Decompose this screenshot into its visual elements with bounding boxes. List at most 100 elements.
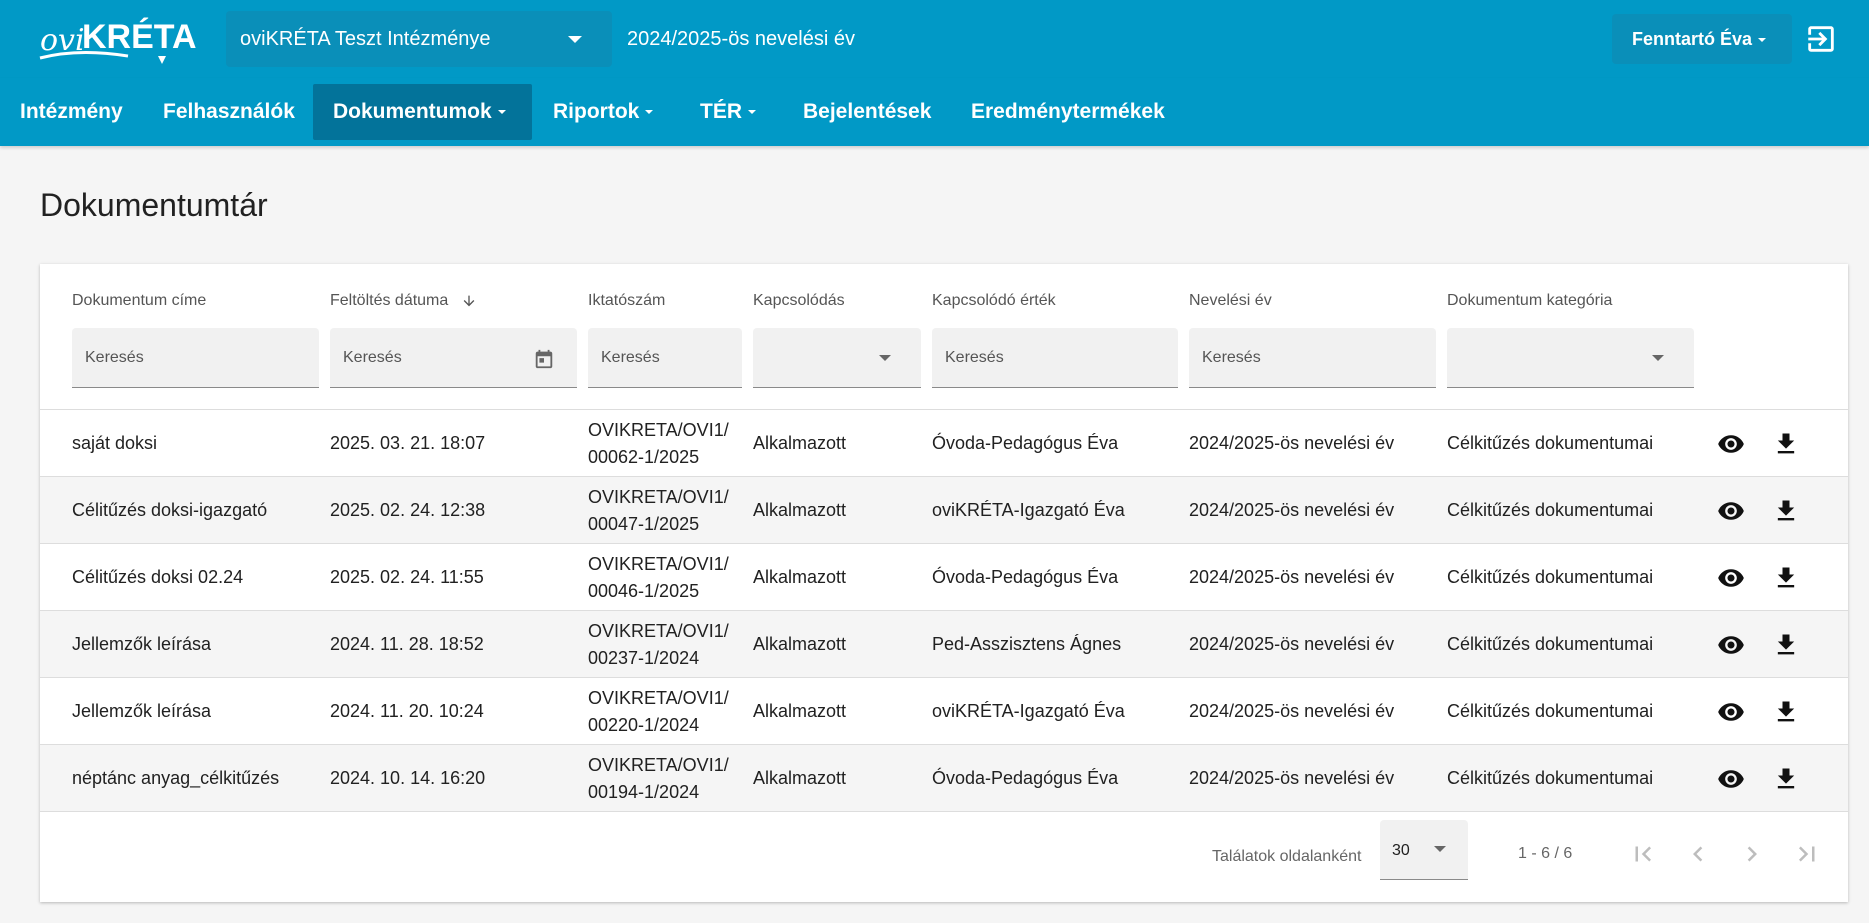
nav-item-eredmenytermekek[interactable]: Eredménytermékek <box>951 84 1185 140</box>
documents-table: saját doksi 2025. 03. 21. 18:07 OVIKRETA… <box>40 409 1848 812</box>
okreta-logo[interactable]: ovi KRÉTA <box>38 14 206 66</box>
cell-link-type: Alkalmazott <box>753 701 847 721</box>
cell-link-type: Alkalmazott <box>753 634 847 654</box>
user-menu-button[interactable]: Fenntartó Éva <box>1612 14 1792 64</box>
cell-title: Célitűzés doksi-igazgató <box>72 500 268 520</box>
cell-school-year: 2024/2025-ös nevelési év <box>1189 768 1395 788</box>
reg-line-1: OVIKRETA/OVI1/ <box>588 688 729 708</box>
cell-category: Célkitűzés dokumentumai <box>1447 701 1654 721</box>
cell-school-year: 2024/2025-ös nevelési év <box>1189 500 1395 520</box>
column-header-link-value[interactable]: Kapcsolódó érték <box>932 292 1056 310</box>
reg-line-1: OVIKRETA/OVI1/ <box>588 487 729 507</box>
download-icon[interactable] <box>1771 564 1801 592</box>
reg-line-2: 00046-1/2025 <box>588 581 700 601</box>
download-icon[interactable] <box>1771 497 1801 525</box>
column-header-link-type[interactable]: Kapcsolódás <box>753 292 845 310</box>
title-search-input[interactable]: Keresés <box>72 328 319 388</box>
cell-link-type: Alkalmazott <box>753 433 847 453</box>
chevron-down-icon <box>568 36 582 43</box>
page-range: 1 - 6 / 6 <box>1518 845 1573 862</box>
cell-school-year: 2024/2025-ös nevelési év <box>1189 433 1395 453</box>
cell-link-value: Óvoda-Pedagógus Éva <box>932 433 1119 453</box>
school-year-label: 2024/2025-ös nevelési év <box>627 28 855 50</box>
institution-select[interactable]: oviKRÉTA Teszt Intézménye <box>226 11 612 67</box>
cell-reg-number: OVIKRETA/OVI1/00194-1/2024 <box>588 745 729 812</box>
reg-line-2: 00062-1/2025 <box>588 447 700 467</box>
calendar-icon[interactable] <box>533 348 555 370</box>
category-select[interactable] <box>1447 328 1694 388</box>
nav-label: Intézmény <box>20 100 123 123</box>
download-icon[interactable] <box>1771 631 1801 659</box>
cell-title: néptánc anyag_célkitűzés <box>72 768 280 788</box>
view-icon[interactable] <box>1716 698 1746 726</box>
view-icon[interactable] <box>1716 631 1746 659</box>
cell-link-value: Óvoda-Pedagógus Éva <box>932 768 1119 788</box>
cell-title: Célitűzés doksi 02.24 <box>72 567 244 587</box>
top-bar: ovi KRÉTA oviKRÉTA Teszt Intézménye 2024… <box>0 0 1869 78</box>
cell-category: Célkitűzés dokumentumai <box>1447 500 1654 520</box>
cell-link-value: oviKRÉTA-Igazgató Éva <box>932 701 1125 721</box>
nav-label: Dokumentumok <box>333 100 492 123</box>
nav-item-dokumentumok[interactable]: Dokumentumok <box>313 84 532 140</box>
link-value-search-input[interactable]: Keresés <box>932 328 1178 388</box>
view-icon[interactable] <box>1716 430 1746 458</box>
nav-label: Felhasználók <box>163 100 295 123</box>
chevron-down-icon <box>748 110 756 115</box>
nav-item-felhasznalok[interactable]: Felhasználók <box>143 84 315 140</box>
column-header-reg-number[interactable]: Iktatószám <box>588 292 665 310</box>
column-header-category[interactable]: Dokumentum kategória <box>1447 292 1612 310</box>
reg-line-2: 00194-1/2024 <box>588 782 700 802</box>
cell-school-year: 2024/2025-ös nevelési év <box>1189 634 1395 654</box>
column-header-title[interactable]: Dokumentum címe <box>72 292 206 310</box>
reg-number-search-input[interactable]: Keresés <box>588 328 742 388</box>
chevron-down-icon <box>645 110 654 115</box>
nav-item-intezmeny[interactable]: Intézmény <box>0 84 143 140</box>
download-icon[interactable] <box>1771 765 1801 793</box>
cell-title: Jellemzők leírása <box>72 701 212 721</box>
view-icon[interactable] <box>1716 765 1746 793</box>
link-type-select[interactable] <box>753 328 921 388</box>
next-page-icon[interactable] <box>1737 839 1767 869</box>
reg-line-2: 00047-1/2025 <box>588 514 700 534</box>
cell-link-type: Alkalmazott <box>753 567 847 587</box>
download-icon[interactable] <box>1771 698 1801 726</box>
cell-link-value: Ped-Asszisztens Ágnes <box>932 634 1122 654</box>
last-page-icon[interactable] <box>1792 839 1822 869</box>
reg-line-1: OVIKRETA/OVI1/ <box>588 755 729 775</box>
date-search-input[interactable]: Keresés <box>330 328 577 388</box>
first-page-icon[interactable] <box>1628 839 1658 869</box>
school-year-search-input[interactable]: Keresés <box>1189 328 1436 388</box>
logout-icon[interactable] <box>1804 22 1838 56</box>
cell-date: 2025. 02. 24. 11:55 <box>330 567 484 587</box>
view-icon[interactable] <box>1716 564 1746 592</box>
chevron-down-icon <box>1434 846 1446 852</box>
nav-label: Bejelentések <box>803 100 932 123</box>
column-header-school-year[interactable]: Nevelési év <box>1189 292 1272 310</box>
cell-category: Célkitűzés dokumentumai <box>1447 634 1654 654</box>
table-row: Jellemzők leírása 2024. 11. 28. 18:52 OV… <box>40 611 1848 678</box>
nav-item-ter[interactable]: TÉR <box>680 84 776 140</box>
svg-text:KRÉTA: KRÉTA <box>82 18 197 56</box>
download-icon[interactable] <box>1771 430 1801 458</box>
cell-school-year: 2024/2025-ös nevelési év <box>1189 567 1395 587</box>
nav-label: TÉR <box>700 100 742 123</box>
arrow-down-icon <box>463 295 475 307</box>
nav-label: Eredménytermékek <box>971 100 1165 123</box>
cell-link-type: Alkalmazott <box>753 500 847 520</box>
column-header-date[interactable]: Feltöltés dátuma <box>330 292 477 310</box>
date-search-placeholder: Keresés <box>343 349 402 366</box>
cell-reg-number: OVIKRETA/OVI1/00220-1/2024 <box>588 678 729 745</box>
cell-title: Jellemzők leírása <box>72 634 212 654</box>
cell-school-year: 2024/2025-ös nevelési év <box>1189 701 1395 721</box>
nav-item-bejelentesek[interactable]: Bejelentések <box>783 84 951 140</box>
reg-line-1: OVIKRETA/OVI1/ <box>588 420 729 440</box>
column-header-date-label: Feltöltés dátuma <box>330 292 449 309</box>
cell-reg-number: OVIKRETA/OVI1/00062-1/2025 <box>588 410 729 477</box>
cell-reg-number: OVIKRETA/OVI1/00047-1/2025 <box>588 477 729 544</box>
previous-page-icon[interactable] <box>1683 839 1713 869</box>
nav-item-riportok[interactable]: Riportok <box>533 84 673 140</box>
chevron-down-icon <box>1652 355 1664 361</box>
view-icon[interactable] <box>1716 497 1746 525</box>
document-table-card: Dokumentum címe Feltöltés dátuma Iktatós… <box>40 264 1848 902</box>
per-page-select[interactable]: 30 <box>1380 820 1468 880</box>
